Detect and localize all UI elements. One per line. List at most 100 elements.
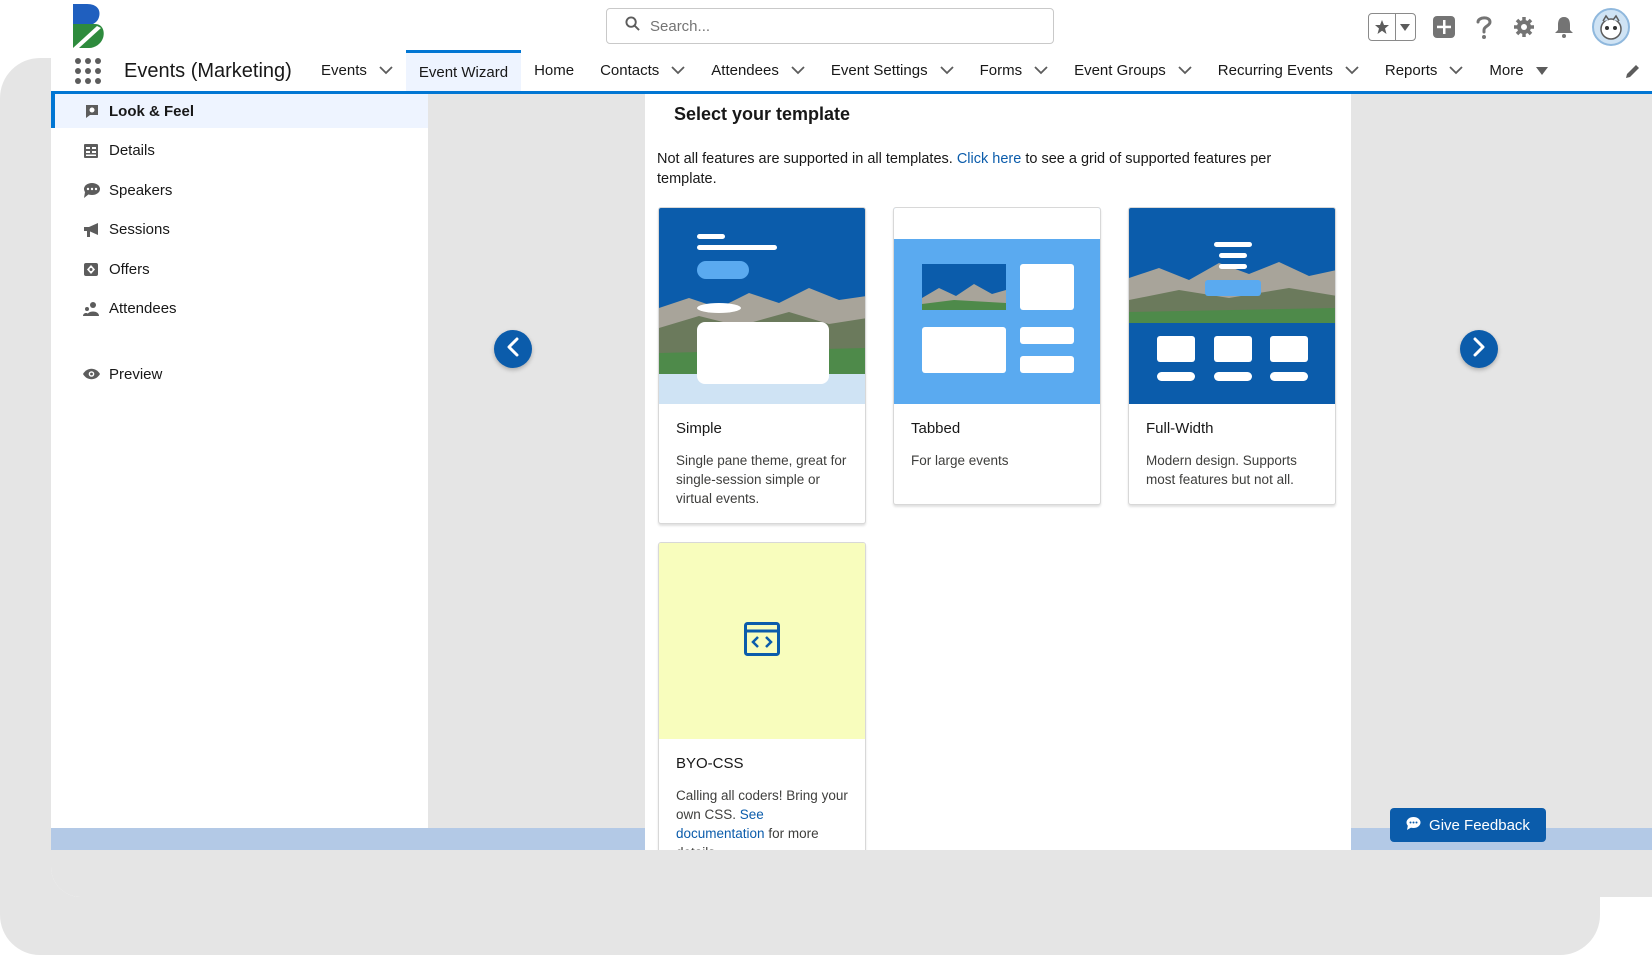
chevron-down-icon[interactable] [1396,14,1415,40]
sidebar-item-label: Details [109,142,155,159]
carousel-prev-button[interactable] [494,330,532,368]
bell-icon[interactable] [1552,13,1576,41]
tab-label: Attendees [711,62,779,79]
template-name: Tabbed [911,420,961,437]
byo-css-template-thumbnail [659,543,865,739]
star-icon[interactable] [1369,14,1396,40]
tab-more[interactable]: More [1476,50,1560,91]
eye-icon [82,365,100,383]
template-card-tabbed[interactable]: Tabbed For large events [893,207,1101,505]
global-search[interactable] [606,8,1054,44]
tab-event-wizard[interactable]: Event Wizard [405,50,522,91]
chevron-left-icon [506,337,520,362]
app-nav-bar: Events (Marketing) Events Event Wizard H… [51,50,1652,94]
chevron-down-icon[interactable] [1178,66,1192,75]
attendees-icon [82,300,100,318]
gear-icon[interactable] [1512,13,1536,41]
carousel-next-button[interactable] [1460,330,1498,368]
favorites-button[interactable] [1368,13,1416,41]
description-text: Not all features are supported in all te… [657,151,957,167]
header-icons [1368,8,1630,46]
sidebar-item-label: Speakers [109,181,173,199]
search-input[interactable] [650,17,1030,35]
tab-recurring-events[interactable]: Recurring Events [1205,50,1372,91]
tab-contacts[interactable]: Contacts [587,50,698,91]
sidebar-item-offers[interactable]: Offers [51,252,428,286]
template-description: Not all features are supported in all te… [657,149,1307,189]
tab-label: Home [534,62,575,79]
tab-label: Contacts [600,62,660,79]
tab-label: Event Wizard [418,63,509,81]
tab-label: Event Groups [1074,62,1166,79]
chevron-down-icon[interactable] [379,66,393,75]
chat-icon [1406,816,1421,835]
help-icon[interactable] [1472,13,1496,41]
tab-event-settings[interactable]: Event Settings [818,50,967,91]
tab-label: Recurring Events [1217,62,1333,79]
full-width-template-thumbnail [1129,208,1335,404]
template-name: BYO-CSS [676,755,744,772]
give-feedback-button[interactable]: Give Feedback [1390,808,1546,842]
template-card-full-width[interactable]: Full-Width Modern design. Supports most … [1128,207,1336,505]
sidebar-item-label: Look & Feel [109,102,195,120]
template-name: Simple [676,420,722,437]
template-desc: Modern design. Supports most features bu… [1146,453,1297,487]
template-name: Full-Width [1146,420,1214,437]
simple-template-thumbnail [659,208,865,404]
megaphone-icon [82,221,100,239]
edit-nav-icon[interactable] [1626,64,1640,83]
chevron-right-icon [1472,337,1486,362]
sidebar-item-label: Offers [109,260,150,278]
sidebar-item-sessions[interactable]: Sessions [51,213,428,247]
tab-reports[interactable]: Reports [1372,50,1477,91]
chevron-down-icon[interactable] [671,66,685,75]
sidebar-item-label: Sessions [109,221,170,238]
tab-label: More [1489,62,1524,79]
app-name: Events (Marketing) [124,60,292,82]
tab-forms[interactable]: Forms [967,50,1062,91]
template-card-byo-css[interactable]: BYO-CSS Calling all coders! Bring your o… [658,542,866,850]
speakers-icon [82,181,100,199]
tab-attendees[interactable]: Attendees [698,50,818,91]
template-selection-panel: Select your template Not all features ar… [645,94,1351,850]
chevron-down-icon[interactable] [939,66,954,75]
sidebar-item-attendees[interactable]: Attendees [51,292,428,326]
offers-icon [82,260,100,278]
tab-label: Events [321,62,367,79]
chevron-down-icon[interactable] [1034,66,1048,75]
nav-tabs: Events Event Wizard Home Contacts Attend… [308,50,1561,91]
tab-event-groups[interactable]: Event Groups [1061,50,1205,91]
page-title: Select your template [674,104,851,124]
chevron-down-icon[interactable] [791,66,805,75]
palette-icon [82,102,100,120]
sidebar-item-look-feel[interactable]: Look & Feel [51,94,428,128]
tab-label: Event Settings [830,62,928,79]
chevron-down-icon[interactable] [1449,66,1464,75]
details-icon [82,142,100,160]
app-launcher-icon[interactable] [75,58,101,84]
tab-home[interactable]: Home [521,50,587,91]
tab-label: Reports [1384,62,1438,79]
sidebar-item-label: Attendees [109,300,177,317]
sidebar-item-preview[interactable]: Preview [51,357,428,391]
feedback-label: Give Feedback [1429,816,1530,834]
app-logo [71,4,107,48]
search-icon [625,16,640,36]
template-card-simple[interactable]: Simple Single pane theme, great for sing… [658,207,866,524]
add-icon[interactable] [1432,13,1456,41]
sidebar-item-details[interactable]: Details [51,134,428,168]
user-avatar[interactable] [1592,8,1630,46]
template-desc: Single pane theme, great for single-sess… [676,453,847,506]
code-icon [744,621,780,661]
template-desc: Calling all coders! Bring your own CSS. … [676,786,848,850]
chevron-down-icon[interactable] [1345,66,1359,75]
global-header [51,0,1652,50]
tabbed-template-thumbnail [894,208,1100,404]
click-here-link[interactable]: Click here [957,151,1021,167]
tab-events[interactable]: Events [308,50,406,91]
caret-down-icon[interactable] [1535,66,1548,75]
app-window: Events (Marketing) Events Event Wizard H… [51,0,1652,897]
wizard-sidebar: Look & Feel Details Speakers Sessions Of… [51,94,428,828]
sidebar-item-speakers[interactable]: Speakers [51,173,428,207]
